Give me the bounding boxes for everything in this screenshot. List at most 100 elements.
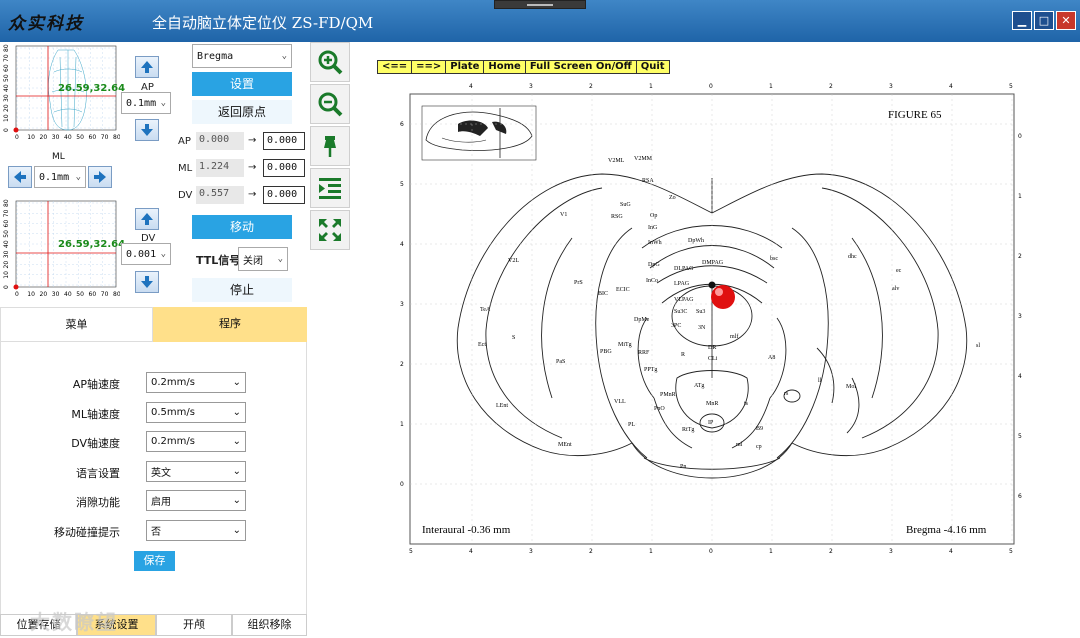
top-grip[interactable] [494,0,586,9]
minimize-button[interactable]: ▁ [1012,11,1032,30]
setting-select[interactable]: 英文 ⌄ [146,460,246,482]
y-tick-label: 80 [3,44,10,52]
region-label: 3N [698,325,706,331]
region-label: ml [736,442,743,448]
ap-target-input[interactable]: 0.000 [263,132,305,150]
stop-button[interactable]: 停止 [192,278,292,302]
top-tick-label: 2 [589,83,593,90]
left-tick-label: 6 [400,121,404,128]
chevron-down-icon: ⌄ [75,172,81,182]
x-tick-label: 60 [89,291,97,298]
bottom-tick-label: 0 [709,548,713,555]
ap-up-button[interactable] [135,56,159,78]
ttl-select[interactable]: 关闭 ⌄ [238,247,288,271]
y-tick-label: 0 [3,128,10,132]
zoom-in-button[interactable] [310,42,350,82]
chevron-down-icon: ⌄ [277,254,283,264]
fullscreen-button[interactable] [310,210,350,250]
setting-value: 0.5mm/s [151,406,195,418]
region-label: ATg [694,383,704,389]
dv-step-value: 0.001 [126,248,157,260]
move-button[interactable]: 移动 [192,215,292,239]
arrow-left-icon [14,171,26,183]
dv-step-select[interactable]: 0.001 ⌄ [121,243,171,265]
bottom-tick-label: 3 [529,548,533,555]
region-label: PMnR [660,392,676,398]
chevron-down-icon: ⌄ [232,495,241,506]
region-label: mlf [730,333,738,340]
chevron-down-icon: ⌄ [232,465,241,477]
home-button[interactable]: Home [484,61,526,73]
setting-select[interactable]: 0.2mm/s ⌄ [146,431,246,452]
maximize-button[interactable]: □ [1034,11,1054,30]
dv-coord-label: 26.59,32.64 [58,239,126,250]
zoom-out-button[interactable] [310,84,350,124]
tab-tissue-removal[interactable]: 组织移除 [232,614,307,636]
setting-label: DV轴速度 [71,437,120,450]
next-plate-button[interactable]: ==> [412,61,447,73]
x-tick-label: 30 [52,134,60,141]
ml-current-value: 1.224 [196,159,244,177]
brain-atlas-viewer[interactable]: 4 3 2 1 0 1 2 3 4 5 5 4 3 2 1 0 1 2 3 4 5 6 5 4 3 2 1 0 0 1 2 3 4 5 6 V2ML… [392,78,1032,561]
chevron-down-icon: ⌄ [281,51,287,61]
right-tick-label: 6 [1018,493,1022,500]
x-tick-label: 60 [89,134,97,141]
top-tick-label: 0 [709,83,713,90]
plate-button[interactable]: Plate [446,61,485,73]
region-label: MEnt [558,442,572,448]
minimize-icon: ▁ [1017,14,1027,27]
reference-select[interactable]: Bregma ⌄ [192,44,292,68]
top-tick-label: 5 [1009,83,1013,90]
region-label: ECIC [616,287,630,293]
tab-craniotomy[interactable]: 开颅 [156,614,232,636]
tab-program[interactable]: 程序 [153,307,307,342]
setting-select[interactable]: 0.5mm/s ⌄ [146,401,246,423]
region-label: IP [708,420,714,426]
setting-select[interactable]: 启用 ⌄ [146,490,246,511]
quit-button[interactable]: Quit [637,61,669,73]
ap-down-button[interactable] [135,119,159,141]
dv-target-input[interactable]: 0.000 [263,186,305,204]
setting-select[interactable]: 否 ⌄ [146,519,246,541]
region-label: DpG [648,262,660,268]
close-button[interactable]: ✕ [1056,11,1076,30]
prev-plate-button[interactable]: <== [378,61,413,73]
ap-arrow: → [248,135,257,146]
save-button[interactable]: 保存 [134,551,175,571]
region-label: RRF [638,350,650,356]
setting-select[interactable]: 0.2mm/s ⌄ [146,372,246,393]
ml-step-select[interactable]: 0.1mm ⌄ [34,166,86,188]
chevron-down-icon: ⌄ [232,377,241,388]
ap-ml-plot[interactable]: 0 10 20 30 40 50 60 70 80 80 70 60 50 40 30 20 10 0 26.59… [0,42,125,162]
ml-left-button[interactable] [8,166,32,188]
pin-button[interactable] [310,126,350,166]
region-label: DMPAG [702,260,724,266]
dv-plot[interactable]: 0 10 20 30 40 50 60 70 80 80 70 60 50 40 30 20 10 0 26.59… [0,197,125,309]
ml-target-input[interactable]: 0.000 [263,159,305,177]
setting-label: 消隙功能 [76,496,120,509]
setting-value: 0.2mm/s [151,436,195,447]
x-tick-label: 30 [52,291,60,298]
return-origin-button[interactable]: 返回原点 [192,100,292,124]
set-button[interactable]: 设置 [192,72,292,96]
region-label: PPTg [644,367,657,373]
dv-down-button[interactable] [135,271,159,293]
fullscreen-toggle-button[interactable]: Full Screen On/Off [526,61,637,73]
bottom-tick-label: 2 [589,548,593,555]
region-label: R [681,352,685,358]
ml-right-button[interactable] [88,166,112,188]
region-label: VLL [614,399,626,405]
left-tick-label: 1 [400,421,404,428]
region-label: B9 [756,426,763,432]
left-tick-label: 3 [400,301,404,308]
region-label: PBG [600,349,612,355]
dv-up-button[interactable] [135,208,159,230]
indent-button[interactable] [310,168,350,208]
tab-menu[interactable]: 菜单 [0,307,153,342]
bottom-tick-label: 2 [829,548,833,555]
region-label: V2ML [608,158,625,164]
atlas-nav-bar: <== ==> Plate Home Full Screen On/Off Qu… [377,60,670,74]
x-tick-label: 10 [27,134,35,141]
zoom-in-icon [318,50,343,75]
ap-step-select[interactable]: 0.1mm ⌄ [121,92,171,114]
